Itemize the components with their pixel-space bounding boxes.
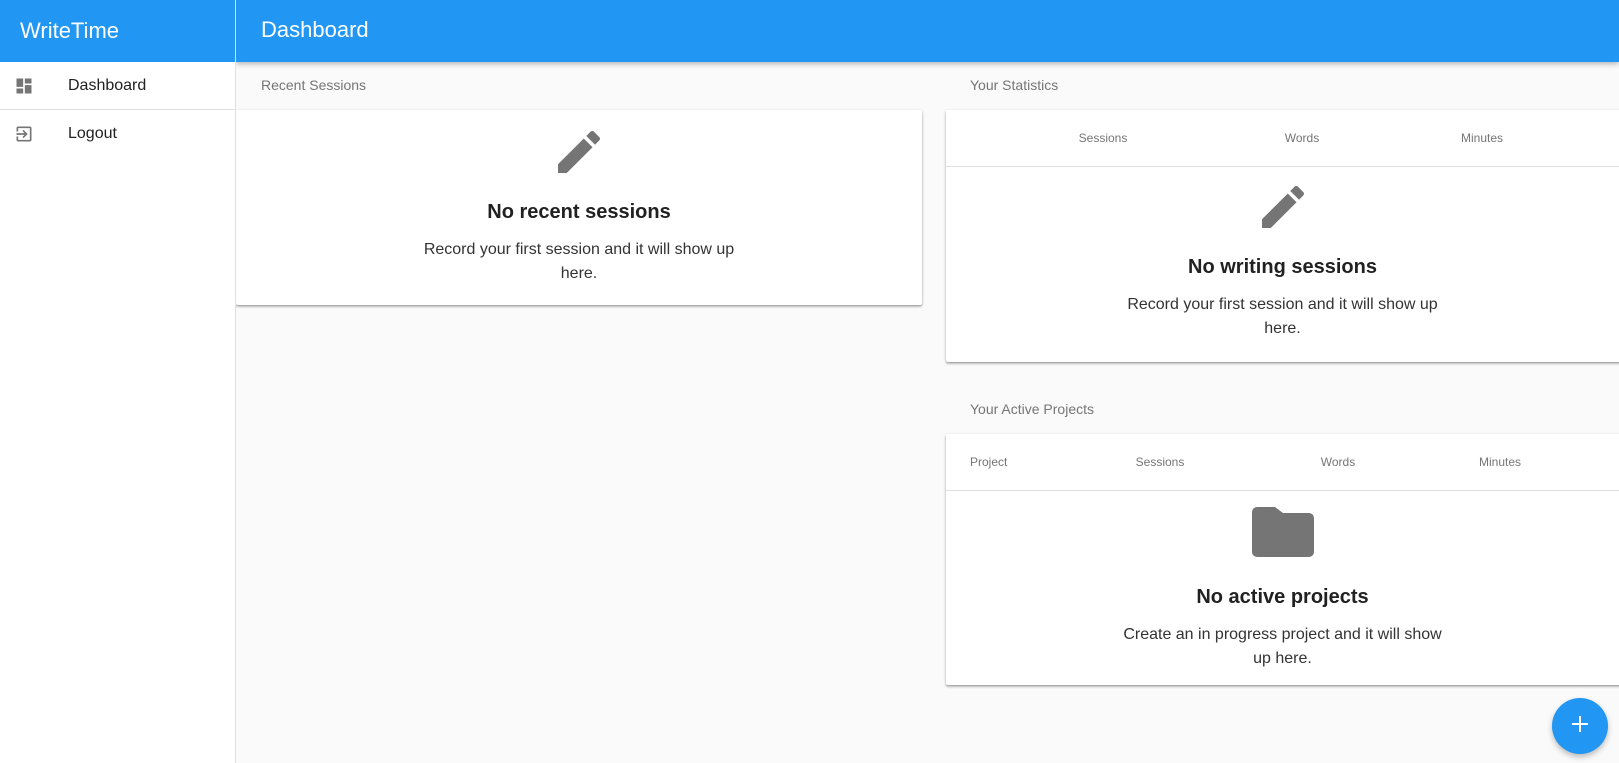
projects-table-header: Project Sessions Words Minutes [946,434,1619,491]
recent-sessions-heading: Recent Sessions [261,77,367,93]
column-header-minutes: Minutes [1460,131,1504,145]
projects-empty-state: No active projects Create an in progress… [946,491,1619,671]
column-header-sessions: Sessions [1078,131,1128,145]
add-session-fab[interactable] [1552,698,1608,754]
app-brand: WriteTime [0,0,235,62]
sidebar-item-logout[interactable]: Logout [0,110,235,158]
statistics-table-header: Sessions Words Minutes [946,110,1619,167]
dashboard-icon [14,76,34,96]
plus-icon [1571,715,1589,738]
empty-state-title: No recent sessions [487,201,671,223]
statistics-card: Sessions Words Minutes No writing sessio… [946,110,1619,362]
active-projects-card: Project Sessions Words Minutes No active… [946,434,1619,685]
pencil-icon [1255,179,1311,240]
sidebar-item-label: Logout [68,125,117,142]
empty-state-title: No writing sessions [1188,256,1377,278]
sidebar-nav: Dashboard Logout [0,62,235,158]
sidebar: WriteTime Dashboard Logout [0,0,236,763]
empty-state-description: Record your first session and it will sh… [423,241,735,282]
empty-state-title: No active projects [1196,586,1369,608]
column-header-sessions: Sessions [1135,455,1185,469]
column-header-words: Words [1284,131,1320,145]
active-projects-heading: Your Active Projects [970,401,1094,417]
folder-icon [1251,505,1315,564]
sidebar-item-dashboard[interactable]: Dashboard [0,62,235,110]
pencil-icon [551,124,607,185]
top-app-bar: Dashboard [236,0,1619,62]
empty-state-description: Record your first session and it will sh… [1127,296,1438,337]
page-title: Dashboard [261,17,369,42]
recent-sessions-card: No recent sessions Record your first ses… [236,110,922,305]
logout-icon [14,124,34,144]
app-root: WriteTime Dashboard Logout Dashboard Rec… [0,0,1619,763]
statistics-empty-state: No writing sessions Record your first se… [946,167,1619,341]
recent-sessions-empty-state: No recent sessions Record your first ses… [236,110,922,286]
column-header-project: Project [970,455,1008,469]
column-header-minutes: Minutes [1478,455,1522,469]
statistics-heading: Your Statistics [970,77,1059,93]
sidebar-item-label: Dashboard [68,76,147,94]
column-header-words: Words [1320,455,1356,469]
empty-state-description: Create an in progress project and it wil… [1123,626,1442,667]
